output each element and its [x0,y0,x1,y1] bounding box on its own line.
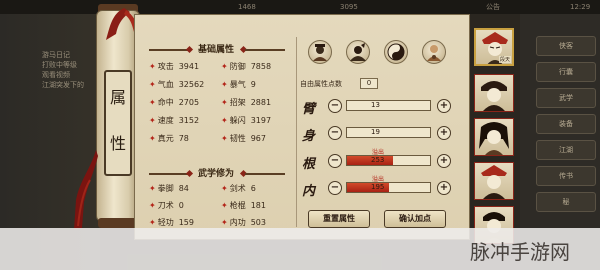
reset-attributes-button[interactable]: 重置属性 [308,210,370,228]
character-name: 段天 [498,56,511,63]
scroll-title-char: 属 [109,88,126,107]
tassel-decoration [74,150,98,230]
spear-icon: ✦ [221,201,228,210]
menu-item[interactable]: 侠客 [536,36,596,56]
scroll-title-char: 性 [109,134,126,153]
taiji-icon[interactable] [384,40,408,64]
stat-hp: ✦ 气血 32562 [149,80,205,89]
menu-item[interactable]: 传书 [536,166,596,186]
stat-defense: ✦ 防御 7858 [221,62,272,71]
increase-button[interactable]: + [437,181,451,195]
attack-icon: ✦ [149,62,156,71]
increase-button[interactable]: + [437,99,451,113]
stat-crit: ✦ 暴气 9 [221,80,256,89]
stat-parry: ✦ 招架 2881 [221,98,272,107]
scroll-cap-bottom [98,218,138,228]
log-line: 观看视频 [42,71,70,79]
lightness-icon: ✦ [149,218,156,227]
blade-icon: ✦ [149,201,156,210]
header-line [149,49,189,51]
hit-icon: ✦ [149,98,156,107]
fist-icon: ✦ [149,184,156,193]
defense-icon: ✦ [221,62,228,71]
basic-stats-title: 基础属性 [197,45,234,55]
martial-blade: ✦ 刀术 0 [149,201,184,210]
panel-divider [296,37,297,227]
attr-char-inner: 内 [302,184,316,199]
martial-fist: ✦ 拳脚 84 [149,184,189,193]
decrease-button[interactable]: − [328,154,342,168]
character-card[interactable] [474,162,514,200]
stat-dodge: ✦ 躲闪 3197 [221,116,272,125]
character-card[interactable] [474,74,514,112]
free-points-value: 0 [360,78,378,89]
attr-value: 253 [371,156,385,164]
character-card[interactable] [474,118,514,156]
scroll-title-box: 属 性 [104,70,132,176]
attr-bar: 253 [346,155,431,166]
header-line [149,173,189,175]
attr-bar-fill [347,156,393,165]
clock: 12:29 [570,3,591,11]
attr-value: 19 [371,128,380,136]
increase-button[interactable]: + [437,154,451,168]
decrease-button[interactable]: − [328,126,342,140]
hero-avatar[interactable] [346,40,370,64]
stat-attack: ✦ 攻击 3941 [149,62,200,71]
menu-item[interactable]: 江湖 [536,140,596,160]
attr-char-arm: 臂 [302,102,316,117]
attr-char-body: 身 [302,129,316,144]
top-status-bar: 1468 3095 公告 12:29 [0,0,600,14]
watermark-logo: 脉冲手游网 [470,240,570,264]
dodge-icon: ✦ [221,116,228,125]
menu-item[interactable]: 行囊 [536,62,596,82]
parry-icon: ✦ [221,98,228,107]
stat-toughness: ✦ 韧性 967 [221,134,266,143]
stat-qi: ✦ 真元 78 [149,134,189,143]
attr-char-root: 根 [302,157,316,172]
log-line: 游马日记 [42,51,70,59]
stat-hit: ✦ 命中 2705 [149,98,200,107]
header-line [245,49,285,51]
attr-bar: 195 [346,182,431,193]
header-line [245,173,285,175]
martial-sword: ✦ 剑术 6 [221,184,256,193]
character-card[interactable]: 段天 [474,28,514,66]
item-count: 1468 [238,3,256,11]
martial-spear: ✦ 枪棍 181 [221,201,266,210]
increase-button[interactable]: + [437,126,451,140]
hp-icon: ✦ [149,80,156,89]
decrease-button[interactable]: − [328,99,342,113]
decrease-button[interactable]: − [328,181,342,195]
attr-value: 195 [371,183,385,191]
toughness-icon: ✦ [221,134,228,143]
crit-icon: ✦ [221,80,228,89]
menu-item[interactable]: 秘 [536,192,596,212]
attr-bar: 19 [346,127,431,138]
attr-bar: 13 [346,100,431,111]
free-points-label: 自由属性点数 [300,80,342,88]
menu-item[interactable]: 装备 [536,114,596,134]
event-log: 游马日记 打败中等级 观看视频 江湖突发下的 [42,50,84,90]
menu-item[interactable]: 武学 [536,88,596,108]
martial-lightness: ✦ 轻功 159 [149,218,194,227]
stat-speed: ✦ 速度 3152 [149,116,200,125]
notice-link[interactable]: 公告 [486,0,500,14]
log-line: 江湖突发下的 [42,81,84,89]
attr-value: 13 [371,101,380,109]
currency-value: 3095 [340,3,358,11]
hero-avatar[interactable] [308,40,332,64]
martial-inner: ✦ 内功 503 [221,218,266,227]
monk-avatar[interactable] [422,40,446,64]
qi-icon: ✦ [149,134,156,143]
right-menu: 侠客 行囊 武学 装备 江湖 传书 秘 [536,36,596,218]
log-line: 打败中等级 [42,61,77,69]
inner-icon: ✦ [221,218,228,227]
martial-stats-title: 武学修为 [197,169,234,179]
confirm-points-button[interactable]: 确认加点 [384,210,446,228]
sword-icon: ✦ [221,184,228,193]
speed-icon: ✦ [149,116,156,125]
